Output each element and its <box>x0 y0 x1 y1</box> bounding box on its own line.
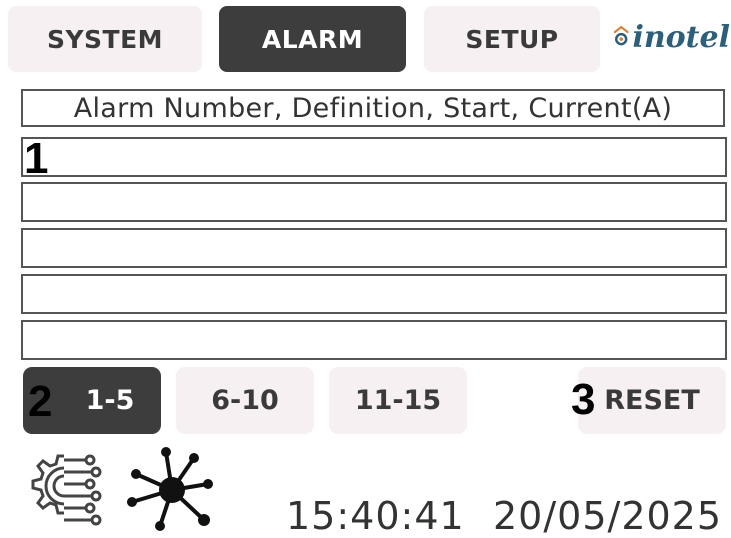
settings-circuit-icon[interactable] <box>20 450 106 534</box>
callout-number-2: 2 <box>28 377 53 426</box>
alarm-row-1 <box>21 137 727 177</box>
alarm-table-header: Alarm Number, Definition, Start, Current… <box>21 89 725 127</box>
current-date: 20/05/2025 <box>493 494 723 538</box>
reset-button[interactable]: RESET <box>578 367 726 434</box>
alarm-row-2 <box>21 182 727 222</box>
page-button-6-10[interactable]: 6-10 <box>176 367 314 434</box>
network-hub-icon[interactable] <box>124 444 216 536</box>
page-button-label: 1-5 <box>85 385 135 416</box>
tab-setup[interactable]: SETUP <box>424 6 600 72</box>
alarm-row-3 <box>21 228 727 268</box>
current-time: 15:40:41 <box>286 494 465 538</box>
logo-text: inotel <box>632 19 730 55</box>
tab-system[interactable]: SYSTEM <box>8 6 202 72</box>
tab-alarm[interactable]: ALARM <box>219 6 406 72</box>
callout-number-3: 3 <box>571 375 596 424</box>
callout-number-1: 1 <box>24 134 49 183</box>
brand-logo: inotel <box>612 14 730 60</box>
page-button-11-15[interactable]: 11-15 <box>329 367 467 434</box>
alarm-row-4 <box>21 274 727 314</box>
logo-mark-icon <box>613 25 629 46</box>
alarm-row-5 <box>21 320 727 360</box>
